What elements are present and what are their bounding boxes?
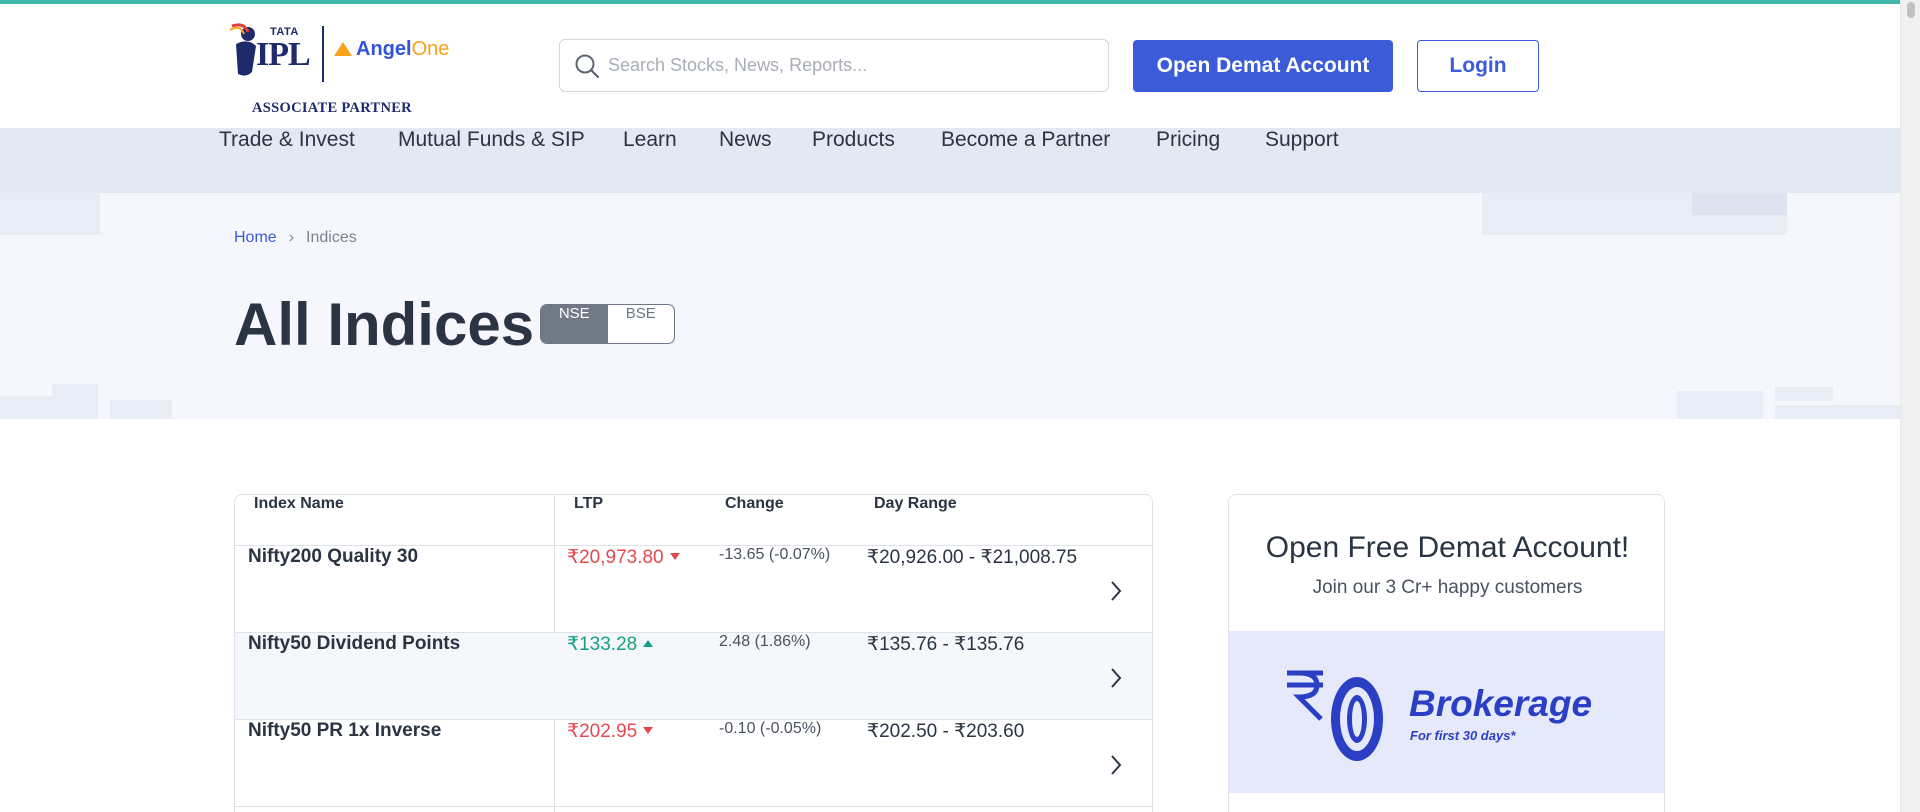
table-row[interactable]: Nifty50 Dividend Points ₹133.28 2.48 (1.… <box>235 633 1152 720</box>
nav-item-support[interactable]: Support <box>1265 128 1339 193</box>
header-day-range: Day Range <box>874 495 957 512</box>
hero-decoration <box>1775 387 1833 401</box>
nav-item-trade-invest[interactable]: Trade & Invest <box>219 128 355 193</box>
day-range-value: ₹135.76 - ₹135.76 <box>867 634 1025 655</box>
search-input[interactable] <box>608 40 1098 91</box>
demat-promo-card: Open Free Demat Account! Join our 3 Cr+ … <box>1228 494 1665 812</box>
hero-decoration <box>110 400 172 419</box>
site-header: TATA IPL AngelOne ASSOCIATE PARTNER Open… <box>0 4 1900 128</box>
chevron-right-icon[interactable] <box>1109 633 1133 720</box>
hero-decoration <box>0 396 98 419</box>
chevron-right-icon[interactable] <box>1109 720 1133 807</box>
breadcrumb-separator: › <box>288 229 295 246</box>
table-row[interactable]: Nifty200 Quality 30 ₹20,973.80 -13.65 (-… <box>235 546 1152 633</box>
triangle-down-icon <box>669 553 680 560</box>
chevron-right-icon[interactable] <box>1109 546 1133 633</box>
nav-item-pricing[interactable]: Pricing <box>1156 128 1220 193</box>
change-value: -13.65 (-0.07%) <box>719 546 831 563</box>
promo-headline: Brokerage <box>1409 683 1593 724</box>
ipl-label: IPL <box>256 36 311 73</box>
promo-banner[interactable]: Brokerage For first 30 days* <box>1229 631 1664 793</box>
hero-decoration <box>1692 193 1787 215</box>
promo-subtitle: Join our 3 Cr+ happy customers <box>1312 577 1583 598</box>
page-scrollbar[interactable] <box>1900 0 1920 812</box>
hero-decoration <box>0 193 100 235</box>
ltp-value: ₹202.95 <box>567 720 654 807</box>
angelone-logo: AngelOne <box>334 38 449 61</box>
change-value: 2.48 (1.86%) <box>719 633 811 650</box>
search-icon <box>575 54 600 79</box>
ltp-value: ₹20,973.80 <box>567 546 680 633</box>
angelone-name-main: Angel <box>356 38 412 60</box>
page-title: All Indices <box>234 291 535 358</box>
main-nav: Trade & Invest Mutual Funds & SIP Learn … <box>0 128 1900 193</box>
index-name[interactable]: Nifty200 Quality 30 <box>248 546 418 633</box>
day-range-value: ₹202.50 - ₹203.60 <box>867 721 1025 742</box>
ltp-text: ₹133.28 <box>567 634 638 655</box>
zero-rupee-icon <box>1287 670 1383 761</box>
breadcrumb-current: Indices <box>306 229 357 246</box>
ltp-value: ₹133.28 <box>567 633 654 720</box>
promo-note: For first 30 days* <box>1410 728 1516 743</box>
promo-title: Open Free Demat Account! <box>1265 531 1630 564</box>
breadcrumb-home-link[interactable]: Home <box>234 229 277 246</box>
ltp-text: ₹20,973.80 <box>567 547 664 568</box>
indices-table: Index Name LTP Change Day Range Nifty200… <box>234 494 1153 812</box>
logo-divider <box>322 26 324 82</box>
nav-item-news[interactable]: News <box>719 128 772 193</box>
exchange-option-nse[interactable]: NSE <box>541 305 608 343</box>
day-range-value: ₹20,926.00 - ₹21,008.75 <box>867 547 1078 568</box>
index-name[interactable]: Nifty50 PR 1x Inverse <box>248 720 441 807</box>
nav-item-become-partner[interactable]: Become a Partner <box>941 128 1110 193</box>
ltp-text: ₹202.95 <box>567 721 638 742</box>
hero-decoration <box>1677 391 1763 419</box>
header-index-name: Index Name <box>254 495 344 512</box>
nav-item-products[interactable]: Products <box>812 128 895 193</box>
index-name[interactable]: Nifty50 Dividend Points <box>248 633 460 720</box>
hero-decoration <box>52 384 98 396</box>
brand-logo[interactable]: TATA IPL AngelOne ASSOCIATE PARTNER <box>226 22 456 118</box>
header-ltp: LTP <box>574 495 604 512</box>
breadcrumb: Home › Indices <box>234 229 357 247</box>
table-row[interactable]: Nifty50 PR 1x Inverse ₹202.95 -0.10 (-0.… <box>235 720 1152 807</box>
triangle-up-icon <box>643 640 654 647</box>
associate-partner-label: ASSOCIATE PARTNER <box>252 100 412 116</box>
angelone-name-accent: One <box>411 38 450 60</box>
open-demat-account-button[interactable]: Open Demat Account <box>1133 40 1393 92</box>
angelone-mark-icon <box>334 42 352 56</box>
nav-item-learn[interactable]: Learn <box>623 128 677 193</box>
hero-decoration <box>1775 405 1900 419</box>
table-header: Index Name LTP Change Day Range <box>235 495 1152 546</box>
nav-item-mutual-funds-sip[interactable]: Mutual Funds & SIP <box>398 128 585 193</box>
search-box[interactable] <box>559 39 1109 92</box>
scrollbar-thumb[interactable] <box>1907 2 1915 18</box>
change-value: -0.10 (-0.05%) <box>719 720 822 737</box>
exchange-toggle: NSE BSE <box>540 304 675 344</box>
exchange-option-bse[interactable]: BSE <box>608 305 675 343</box>
header-change: Change <box>725 495 784 512</box>
login-button[interactable]: Login <box>1417 40 1539 92</box>
triangle-down-icon <box>643 727 654 734</box>
